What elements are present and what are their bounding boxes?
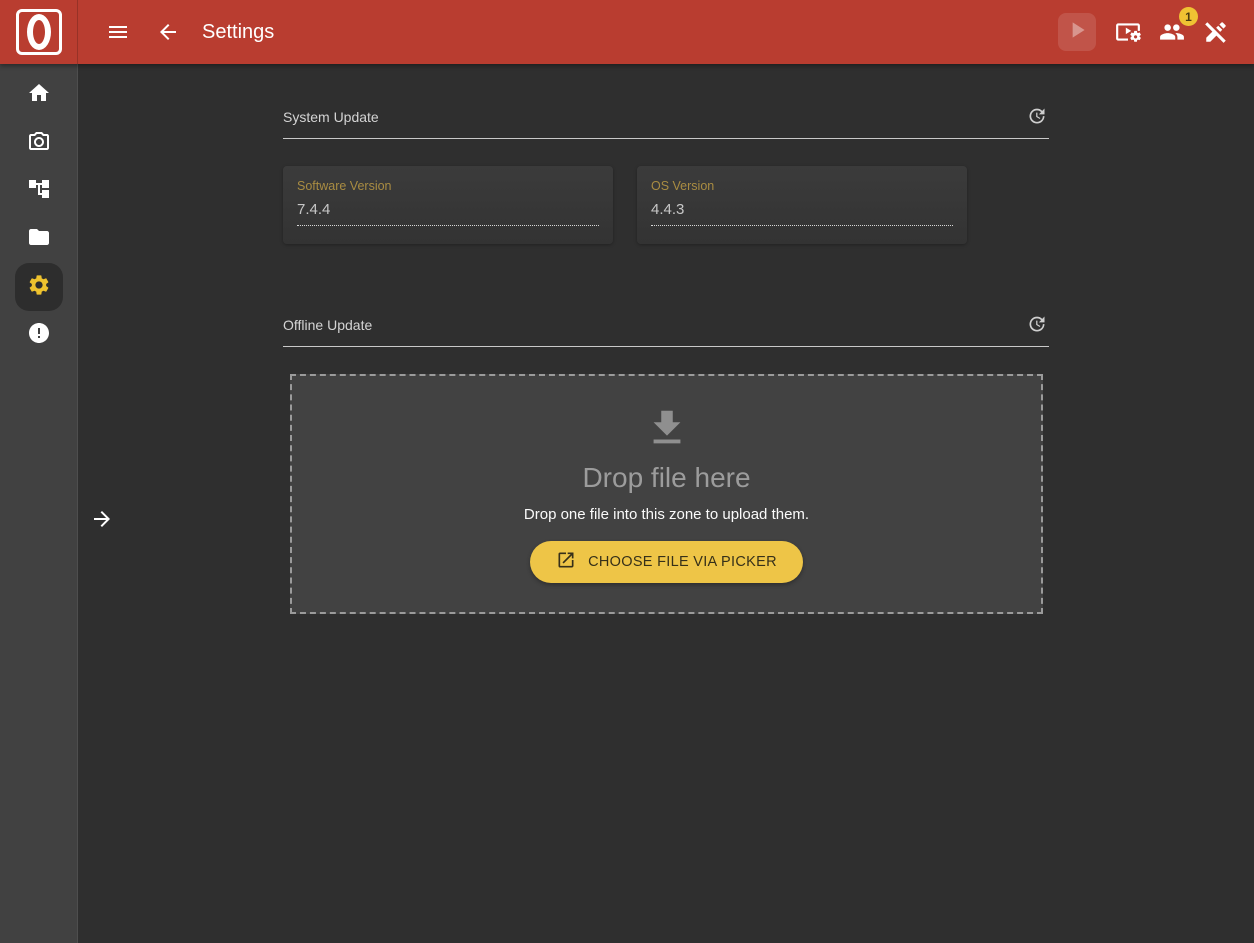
sidebar-item-events[interactable] xyxy=(15,311,63,359)
arrow-back-icon xyxy=(156,20,180,44)
page-title: Settings xyxy=(202,21,274,44)
video-settings-icon xyxy=(1115,19,1141,45)
sidebar-item-home[interactable] xyxy=(15,71,63,119)
play-icon xyxy=(1064,17,1090,48)
software-version-field: Software Version 7.4.4 xyxy=(283,166,613,244)
version-cards-row: Software Version 7.4.4 OS Version 4.4.3 xyxy=(283,166,1049,244)
app-logo xyxy=(0,0,78,64)
edit-off-icon xyxy=(1203,19,1229,45)
update-icon xyxy=(1027,322,1047,337)
sidebar xyxy=(0,64,78,943)
hamburger-menu-button[interactable] xyxy=(100,14,136,50)
system-update-header: System Update xyxy=(283,105,1049,139)
camera-icon xyxy=(27,129,51,158)
video-settings-button[interactable] xyxy=(1110,14,1146,50)
users-button[interactable]: 1 xyxy=(1154,14,1190,50)
system-update-refresh-button[interactable] xyxy=(1025,105,1049,129)
logo-icon xyxy=(16,9,62,55)
dropzone-subtext: Drop one file into this zone to upload t… xyxy=(524,506,809,523)
os-version-value: 4.4.3 xyxy=(651,201,953,226)
file-dropzone[interactable]: Drop file here Drop one file into this z… xyxy=(290,374,1043,614)
os-version-field: OS Version 4.4.3 xyxy=(637,166,967,244)
offline-update-refresh-button[interactable] xyxy=(1025,313,1049,337)
update-icon xyxy=(1027,114,1047,129)
folder-icon xyxy=(27,225,51,254)
hamburger-menu-icon xyxy=(106,20,130,44)
topbar: Settings 1 xyxy=(0,0,1254,64)
play-button[interactable] xyxy=(1058,13,1096,51)
sidebar-item-device-tree[interactable] xyxy=(15,167,63,215)
settings-page: System Update Software Version 7.4.4 OS … xyxy=(78,64,1254,943)
choose-file-button-label: CHOOSE FILE VIA PICKER xyxy=(588,554,777,570)
settings-gear-icon xyxy=(27,273,51,302)
system-update-title: System Update xyxy=(283,109,379,125)
back-button[interactable] xyxy=(150,14,186,50)
home-icon xyxy=(27,81,51,110)
edit-off-button[interactable] xyxy=(1198,14,1234,50)
choose-file-button[interactable]: CHOOSE FILE VIA PICKER xyxy=(530,541,803,583)
device-tree-icon xyxy=(27,177,51,206)
sidebar-item-settings[interactable] xyxy=(15,263,63,311)
dropzone-headline: Drop file here xyxy=(582,462,750,494)
os-version-label: OS Version xyxy=(651,179,953,193)
software-version-label: Software Version xyxy=(297,179,599,193)
open-in-new-icon xyxy=(556,550,576,574)
user-count-badge: 1 xyxy=(1179,7,1198,26)
sidebar-item-files[interactable] xyxy=(15,215,63,263)
software-version-value: 7.4.4 xyxy=(297,201,599,226)
error-icon xyxy=(27,321,51,350)
file-download-icon xyxy=(644,405,690,456)
offline-update-header: Offline Update xyxy=(283,313,1049,347)
offline-update-title: Offline Update xyxy=(283,317,372,333)
sidebar-item-cameras[interactable] xyxy=(15,119,63,167)
